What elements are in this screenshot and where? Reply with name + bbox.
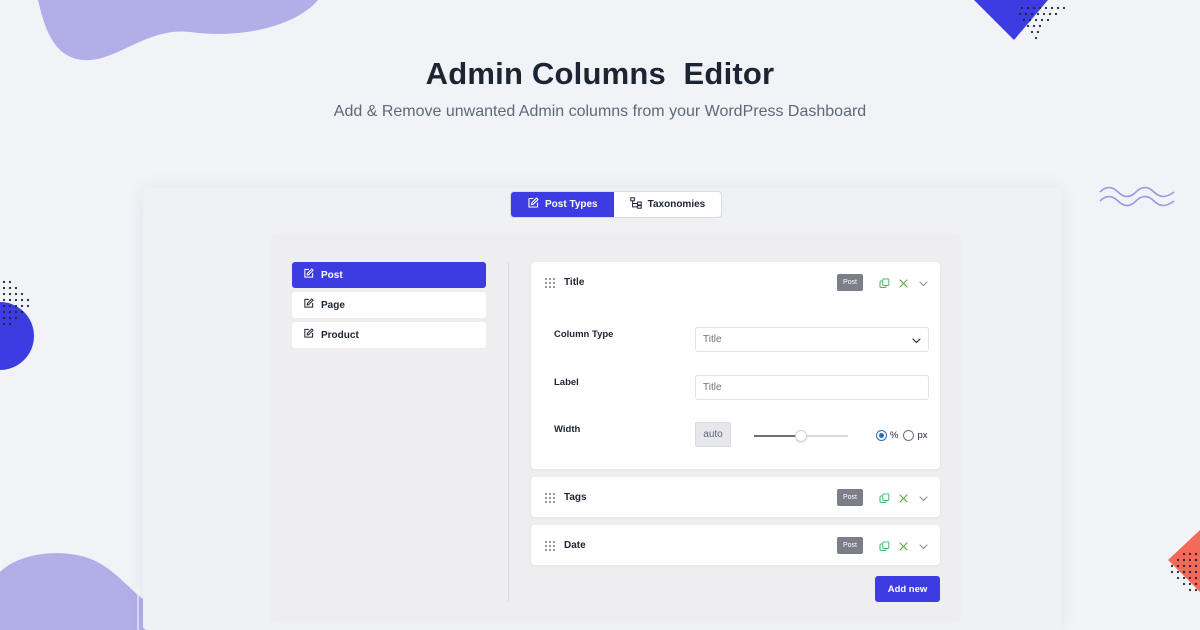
column-title: Tags (564, 491, 587, 503)
column-type-label: Column Type (554, 329, 614, 340)
column-header[interactable]: Date Post (531, 525, 940, 565)
edit-icon (303, 298, 314, 312)
drag-handle-icon[interactable] (544, 276, 556, 289)
page-title: Admin Columns Editor (425, 56, 775, 91)
column-title: Date (564, 539, 586, 551)
copy-icon[interactable] (879, 539, 890, 551)
column-card-title: Title Post Column Type Title Label Title… (531, 262, 940, 469)
wave-lines-decoration (1098, 186, 1176, 208)
post-type-badge: Post (837, 489, 863, 506)
label-input-placeholder: Title (703, 382, 722, 393)
copy-icon[interactable] (879, 491, 890, 503)
post-type-badge: Post (837, 274, 863, 291)
coral-dots-bottom-right-decoration (1164, 530, 1200, 630)
chevron-down-icon[interactable] (918, 276, 929, 287)
edit-icon (303, 328, 314, 342)
post-type-sidebar: Post Page Product (292, 262, 486, 352)
column-card-tags: Tags Post (531, 477, 940, 517)
column-type-select[interactable]: Title (695, 327, 929, 352)
sidebar-item-post[interactable]: Post (292, 262, 486, 288)
width-value-box[interactable]: auto (695, 422, 731, 447)
circle-dots-left-decoration (0, 278, 42, 374)
label-field-label: Label (554, 377, 579, 388)
drag-handle-icon[interactable] (544, 539, 556, 552)
unit-px-label: px (917, 430, 928, 441)
tab-taxonomies[interactable]: Taxonomies (614, 192, 722, 217)
edit-icon (527, 197, 539, 212)
unit-percent-label: % (890, 430, 899, 441)
tab-label: Taxonomies (647, 199, 706, 210)
blob-bottom-left-decoration (0, 550, 152, 630)
drag-handle-icon[interactable] (544, 491, 556, 504)
panel-divider (508, 262, 509, 602)
column-title: Title (564, 276, 585, 288)
close-icon[interactable] (898, 539, 909, 551)
column-card-date: Date Post (531, 525, 940, 565)
sidebar-item-product[interactable]: Product (292, 322, 486, 348)
column-type-value: Title (703, 334, 722, 345)
chevron-down-icon[interactable] (918, 491, 929, 502)
width-slider[interactable] (754, 430, 848, 442)
sidebar-item-label: Post (321, 269, 343, 281)
triangle-top-right-decoration (970, 0, 1080, 50)
tab-post-types[interactable]: Post Types (511, 192, 614, 217)
width-unit-group: % px (876, 430, 930, 441)
width-slider-fill (754, 435, 801, 437)
copy-icon[interactable] (879, 276, 890, 288)
tab-bar: Post Types Taxonomies (510, 191, 723, 218)
unit-percent-radio[interactable] (876, 430, 887, 441)
chevron-down-icon[interactable] (918, 539, 929, 550)
hierarchy-icon (629, 197, 642, 212)
column-header[interactable]: Title Post (531, 262, 940, 302)
edit-icon (303, 268, 314, 282)
sidebar-item-label: Product (321, 329, 359, 341)
width-slider-thumb[interactable] (795, 430, 807, 442)
post-type-badge: Post (837, 537, 863, 554)
close-icon[interactable] (898, 491, 909, 503)
column-header[interactable]: Tags Post (531, 477, 940, 517)
sidebar-item-page[interactable]: Page (292, 292, 486, 318)
close-icon[interactable] (898, 276, 909, 288)
page-subtitle: Add & Remove unwanted Admin columns from… (333, 103, 867, 120)
label-input[interactable]: Title (695, 375, 929, 400)
add-new-button[interactable]: Add new (875, 576, 940, 602)
sidebar-item-label: Page (321, 299, 345, 311)
width-label: Width (554, 424, 581, 435)
tab-label: Post Types (545, 199, 598, 210)
chevron-down-icon (912, 336, 921, 345)
unit-px-radio[interactable] (903, 430, 915, 441)
